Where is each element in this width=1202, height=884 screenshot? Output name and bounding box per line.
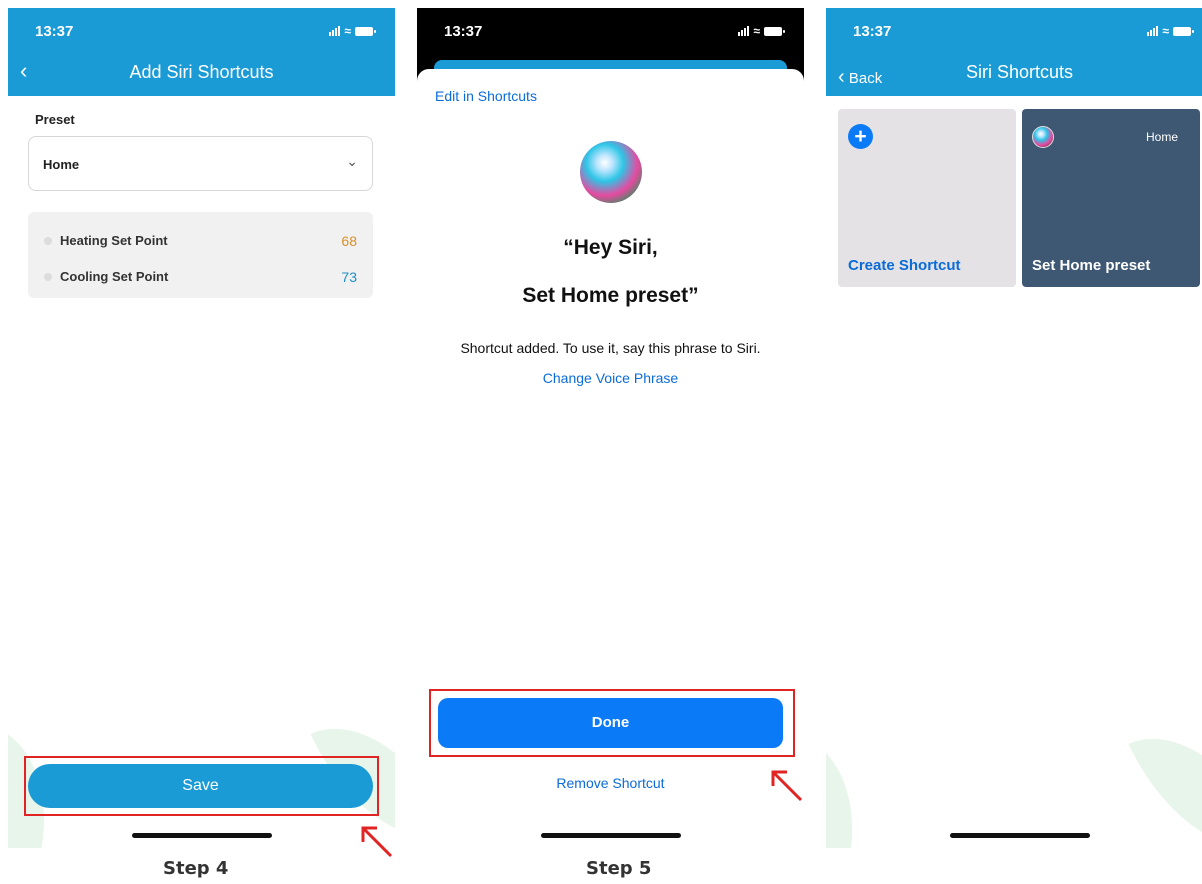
setpoint-value: 73: [341, 269, 357, 285]
highlight-box-done: [429, 689, 795, 757]
setpoint-name: Heating Set Point: [60, 233, 168, 248]
siri-icon: [1032, 126, 1054, 148]
wifi-icon: ≈: [344, 24, 351, 38]
battery-icon: [355, 26, 376, 36]
remove-shortcut-link[interactable]: Remove Shortcut: [417, 775, 804, 791]
change-voice-phrase-link[interactable]: Change Voice Phrase: [417, 370, 804, 386]
step-5-label: Step 5: [586, 858, 652, 879]
status-bar: 13:37 ≈: [8, 8, 395, 54]
siri-shortcuts-screen: 13:37 ≈ ‹ Back Siri Shortcuts + Create S…: [826, 8, 1202, 848]
wifi-icon: ≈: [1162, 24, 1169, 38]
shortcut-added-message: Shortcut added. To use it, say this phra…: [460, 340, 761, 356]
phrase-line-1: “Hey Siri,: [563, 236, 658, 259]
home-indicator: [540, 833, 681, 838]
edit-in-shortcuts-link[interactable]: Edit in Shortcuts: [435, 88, 537, 104]
preset-select[interactable]: Home ⌄: [28, 136, 373, 191]
status-time: 13:37: [444, 22, 483, 40]
home-indicator: [949, 833, 1090, 838]
plus-icon: +: [848, 124, 873, 149]
setpoints-panel: Heating Set Point 68 Cooling Set Point 7…: [28, 212, 373, 298]
decorative-leaf: [1128, 706, 1202, 848]
status-time: 13:37: [35, 22, 74, 40]
signal-icon: [738, 26, 750, 36]
highlight-box-save: [24, 756, 379, 816]
decorative-leaf: [826, 736, 886, 848]
signal-icon: [1147, 26, 1159, 36]
step-4-label: Step 4: [163, 858, 229, 879]
shortcut-label: Set Home preset: [1032, 257, 1151, 274]
wifi-icon: ≈: [753, 24, 760, 38]
home-preset-shortcut-card[interactable]: Home Set Home preset: [1022, 109, 1200, 287]
setpoint-row-cooling: Cooling Set Point 73: [28, 268, 373, 288]
signal-icon: [329, 26, 341, 36]
page-title: Siri Shortcuts: [965, 62, 1074, 82]
shortcut-app-tag: Home: [1145, 130, 1178, 144]
setpoint-row-heating: Heating Set Point 68: [28, 232, 373, 252]
page-title: Add Siri Shortcuts: [129, 62, 274, 82]
add-siri-shortcuts-screen: 13:37 ≈ ‹ Add Siri Shortcuts Preset Home…: [8, 8, 395, 848]
pointer-arrow-icon: [771, 770, 803, 802]
preset-select-value: Home: [43, 157, 80, 172]
setpoint-value: 68: [341, 233, 357, 249]
status-time: 13:37: [853, 22, 892, 40]
status-bar: 13:37 ≈: [417, 8, 804, 54]
create-shortcut-card[interactable]: + Create Shortcut: [838, 109, 1016, 287]
setpoint-name: Cooling Set Point: [60, 269, 169, 284]
pointer-arrow-icon: [361, 826, 393, 858]
setpoint-dot: [44, 237, 52, 245]
battery-icon: [764, 26, 785, 36]
setpoint-dot: [44, 273, 52, 281]
battery-icon: [1173, 26, 1194, 36]
phrase-line-2: Set Home preset”: [522, 284, 699, 307]
chevron-down-icon: ⌄: [346, 153, 358, 169]
preset-label: Preset: [35, 112, 75, 127]
home-indicator: [131, 833, 272, 838]
status-bar: 13:37 ≈: [826, 8, 1202, 54]
create-shortcut-label: Create Shortcut: [848, 257, 961, 274]
siri-icon: [579, 141, 642, 203]
